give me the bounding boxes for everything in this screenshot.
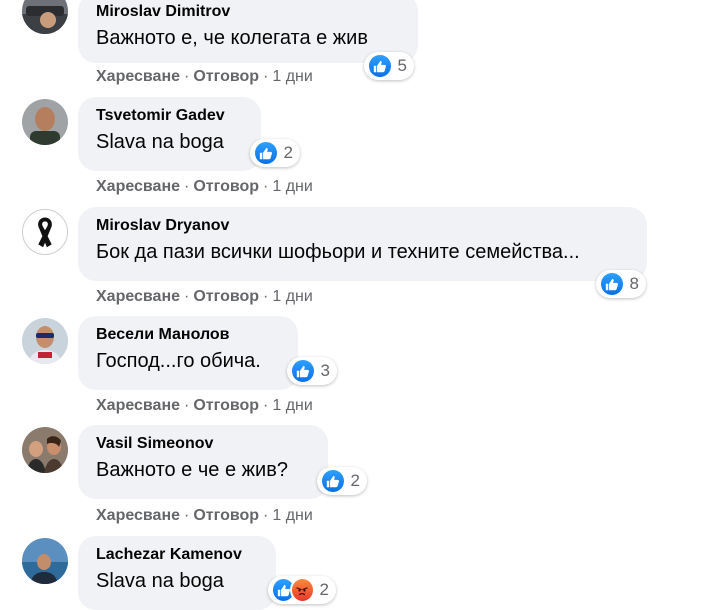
comment-bubble: Lachezar Kamenov Slava na boga	[78, 536, 276, 610]
reaction-count: 5	[397, 56, 407, 75]
reaction-count: 2	[319, 580, 329, 599]
comment-author[interactable]: Vasil Simeonov	[96, 434, 310, 454]
reply-link[interactable]: Отговор	[193, 507, 259, 524]
avatar[interactable]	[22, 318, 68, 364]
like-reaction-icon	[290, 358, 316, 384]
comment-bubble: Vasil Simeonov Важното е че е жив?	[78, 425, 328, 499]
comment-actions: Харесване · Отговор · 1 дни	[96, 68, 313, 86]
reply-link[interactable]: Отговор	[193, 178, 259, 195]
comment-actions: Харесване · Отговор · 1 дни	[96, 507, 313, 525]
comment-time[interactable]: 1 дни	[272, 68, 312, 85]
like-link[interactable]: Харесване	[96, 178, 180, 195]
separator-dot: ·	[184, 68, 190, 85]
comment-author[interactable]: Весели Манолов	[96, 325, 280, 345]
comment-actions: Харесване · Отговор · 1 дни	[96, 397, 313, 415]
reply-link[interactable]: Отговор	[193, 288, 259, 305]
comment-bubble: Весели Манолов Господ...го обича.	[78, 316, 298, 390]
black-ribbon-icon	[23, 210, 67, 254]
comment-time[interactable]: 1 дни	[272, 288, 312, 305]
like-link[interactable]: Харесване	[96, 397, 180, 414]
comment-time[interactable]: 1 дни	[272, 397, 312, 414]
reply-link[interactable]: Отговор	[193, 68, 259, 85]
comment-actions: Харесване · Отговор · 1 дни	[96, 288, 313, 306]
reaction-count: 8	[629, 274, 639, 293]
reactions-summary[interactable]: 2	[268, 576, 336, 604]
like-link[interactable]: Харесване	[96, 68, 180, 85]
reactions-summary[interactable]: 2	[317, 467, 367, 495]
reaction-count: 2	[283, 143, 293, 162]
avatar[interactable]	[22, 99, 68, 145]
like-reaction-icon	[253, 140, 279, 166]
comment-bubble: Miroslav Dimitrov Важното е, че колегата…	[78, 0, 418, 63]
avatar[interactable]	[22, 0, 68, 34]
separator-dot: ·	[263, 68, 269, 85]
comment-author[interactable]: Miroslav Dryanov	[96, 216, 629, 236]
comment-text: Бок да пази всички шофьори и техните сем…	[96, 241, 580, 263]
comment-text: Slava na boga	[96, 570, 224, 592]
comment-actions: Харесване · Отговор · 1 дни	[96, 178, 313, 196]
comment-bubble: Tsvetomir Gadev Slava na boga	[78, 97, 261, 171]
comment-text: Важното е че е жив?	[96, 459, 288, 481]
reactions-summary[interactable]: 5	[364, 52, 414, 80]
like-reaction-icon	[320, 468, 346, 494]
comment-text: Slava na boga	[96, 131, 224, 153]
separator-dot: ·	[263, 288, 269, 305]
separator-dot: ·	[263, 507, 269, 524]
reactions-summary[interactable]: 8	[596, 270, 646, 298]
comment-time[interactable]: 1 дни	[272, 178, 312, 195]
like-reaction-icon	[367, 53, 393, 79]
avatar[interactable]	[22, 538, 68, 584]
comment-author[interactable]: Tsvetomir Gadev	[96, 106, 243, 126]
reaction-count: 2	[350, 471, 360, 490]
comment-time[interactable]: 1 дни	[272, 507, 312, 524]
comment-author[interactable]: Miroslav Dimitrov	[96, 2, 400, 22]
separator-dot: ·	[263, 178, 269, 195]
avatar[interactable]	[22, 209, 68, 255]
separator-dot: ·	[184, 288, 190, 305]
angry-reaction-icon	[289, 577, 315, 603]
separator-dot: ·	[184, 397, 190, 414]
comment-author[interactable]: Lachezar Kamenov	[96, 545, 258, 565]
separator-dot: ·	[263, 397, 269, 414]
separator-dot: ·	[184, 178, 190, 195]
comment-text: Господ...го обича.	[96, 350, 261, 372]
reactions-summary[interactable]: 2	[250, 139, 300, 167]
reactions-summary[interactable]: 3	[287, 357, 337, 385]
comment-text: Важното е, че колегата е жив	[96, 27, 368, 49]
reaction-count: 3	[320, 361, 330, 380]
comment-bubble: Miroslav Dryanov Бок да пази всички шофь…	[78, 207, 647, 281]
like-link[interactable]: Харесване	[96, 288, 180, 305]
like-link[interactable]: Харесване	[96, 507, 180, 524]
separator-dot: ·	[184, 507, 190, 524]
avatar[interactable]	[22, 427, 68, 473]
reply-link[interactable]: Отговор	[193, 397, 259, 414]
like-reaction-icon	[599, 271, 625, 297]
